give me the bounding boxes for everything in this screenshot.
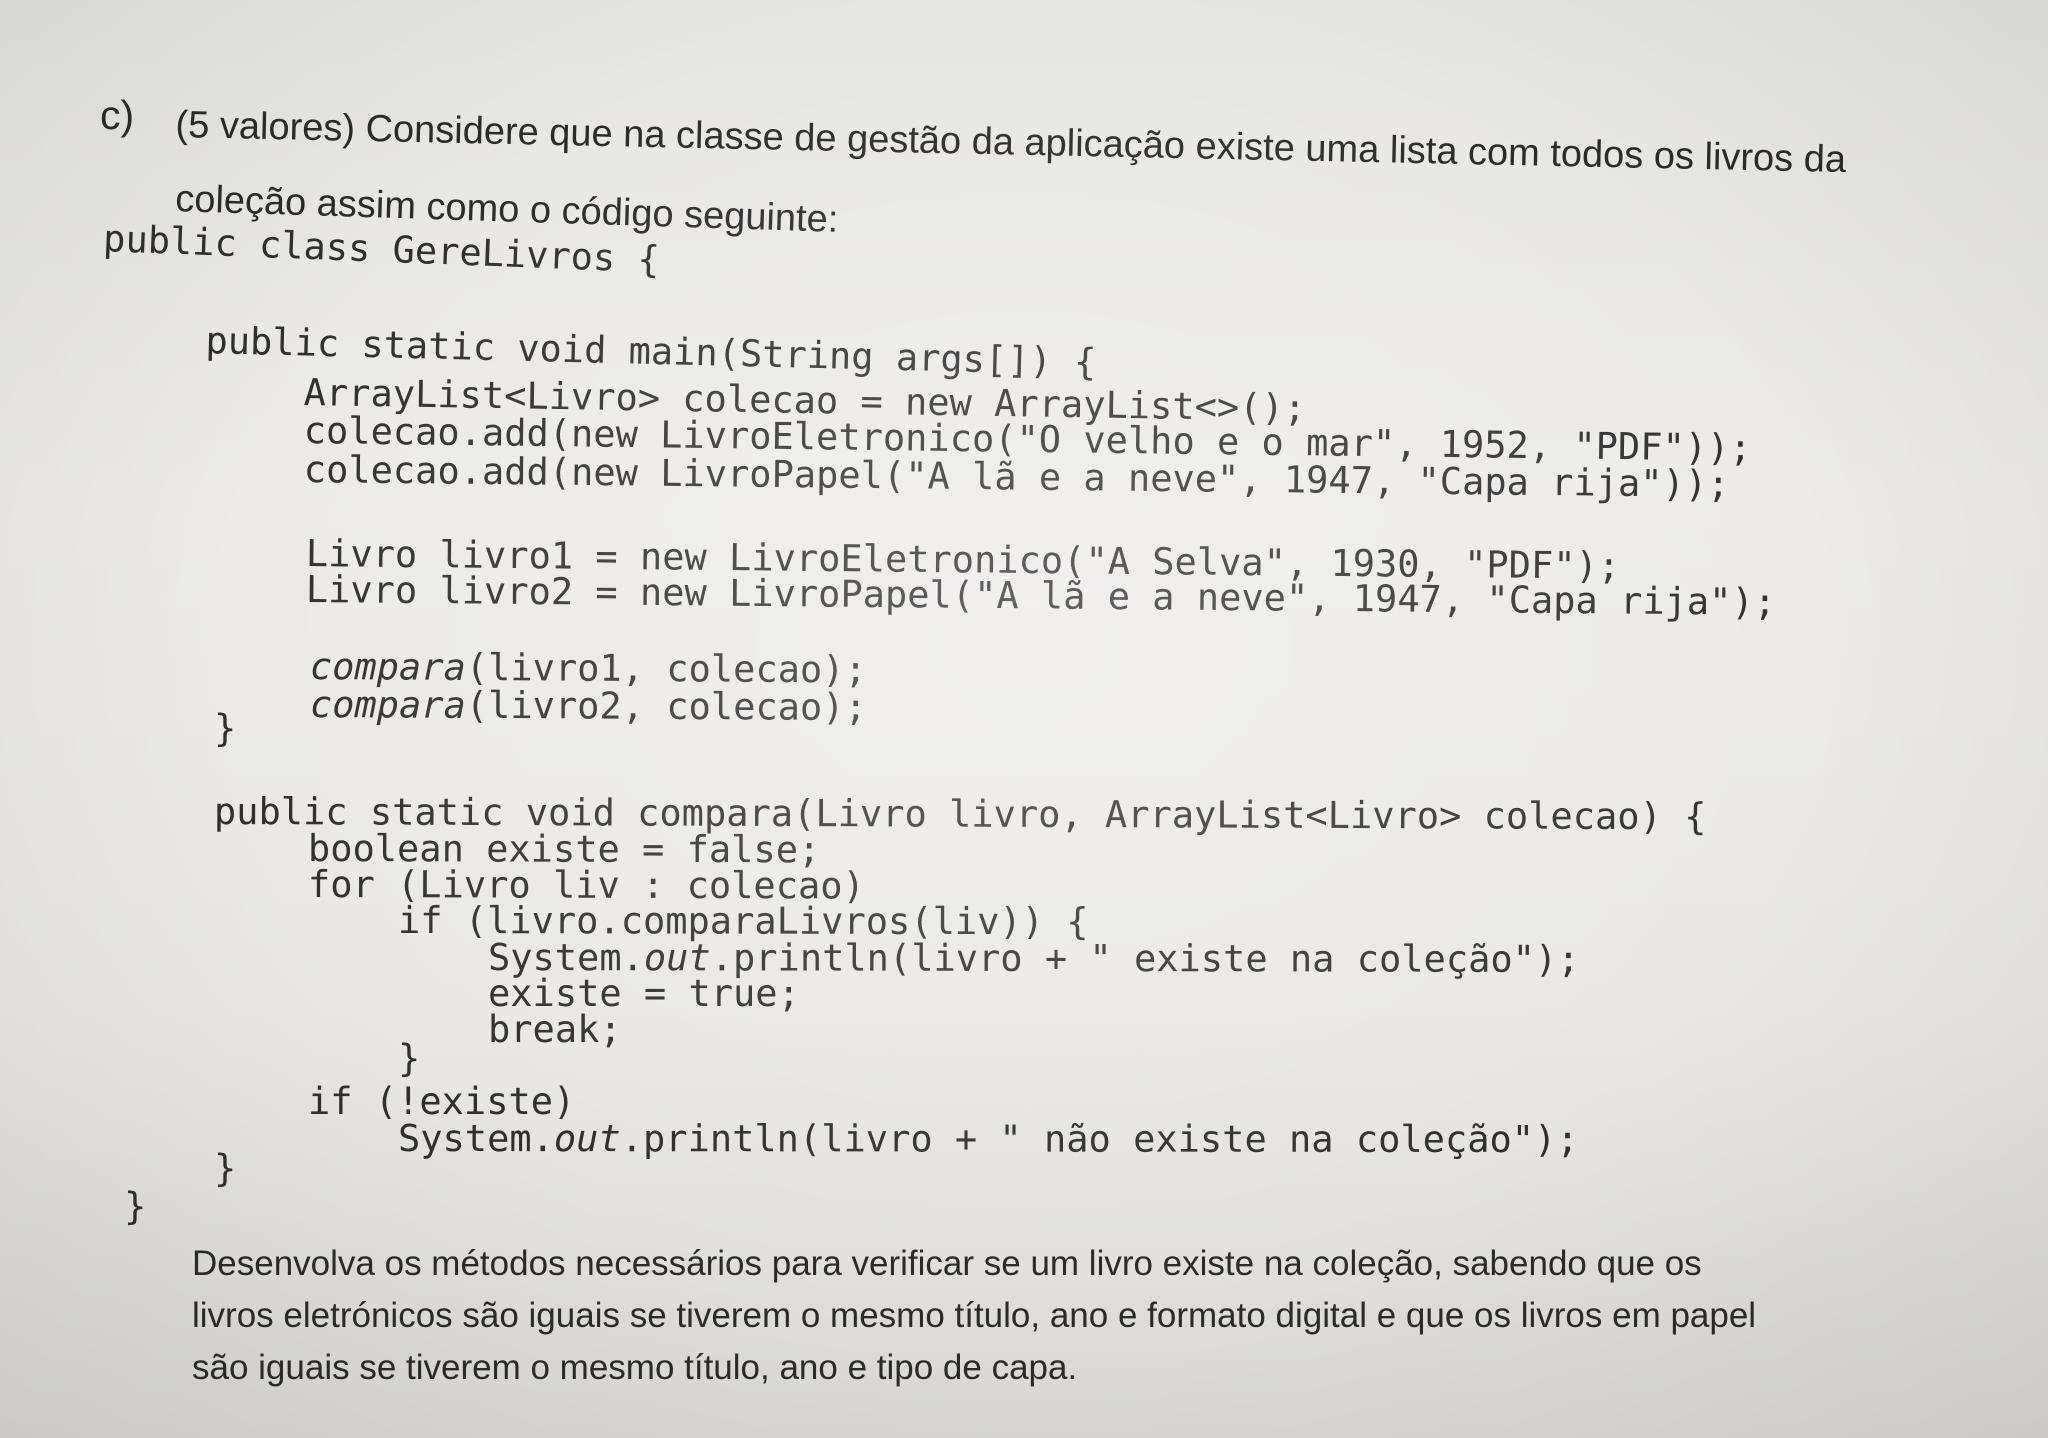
instructions-paragraph: Desenvolva os métodos necessários para v… [192,1238,1992,1394]
exam-page: c) (5 valores) Considere que na classe d… [0,0,2048,1438]
code-call-compara-1: compara(livro1, colecao); [310,645,867,691]
code-call-compara-2: compara(livro2, colecao); [309,683,867,729]
instructions-line-2: livros eletrónicos são iguais se tiverem… [192,1296,1757,1335]
code-close-compara: } [214,1147,237,1190]
method-name-italic: compara [309,683,466,727]
code-close-main: } [214,707,237,750]
question-label: c) [100,92,135,138]
instructions-line-1: Desenvolva os métodos necessários para v… [192,1244,1702,1283]
code-print-not-exists: System.out.println(livro + " não existe … [397,1117,1579,1162]
code-livro2-declaration: Livro livro2 = new LivroPapel("A lã e a … [305,568,1777,624]
out-field-italic: out [553,1117,621,1161]
code-close-class: } [124,1185,147,1228]
code-break: break; [488,1008,622,1051]
code-if-not-exists: if (!existe) [308,1080,576,1123]
code-close-if: } [398,1037,421,1080]
call-args: (livro2, colecao); [465,683,867,729]
code-assign-true: existe = true; [488,972,800,1015]
question-intro-line-1: (5 valores) Considere que na classe de g… [175,104,1847,181]
instructions-line-3: são iguais se tiverem o mesmo título, an… [192,1348,1078,1387]
code-if-compare: if (livro.comparaLivros(liv)) { [397,899,1089,944]
